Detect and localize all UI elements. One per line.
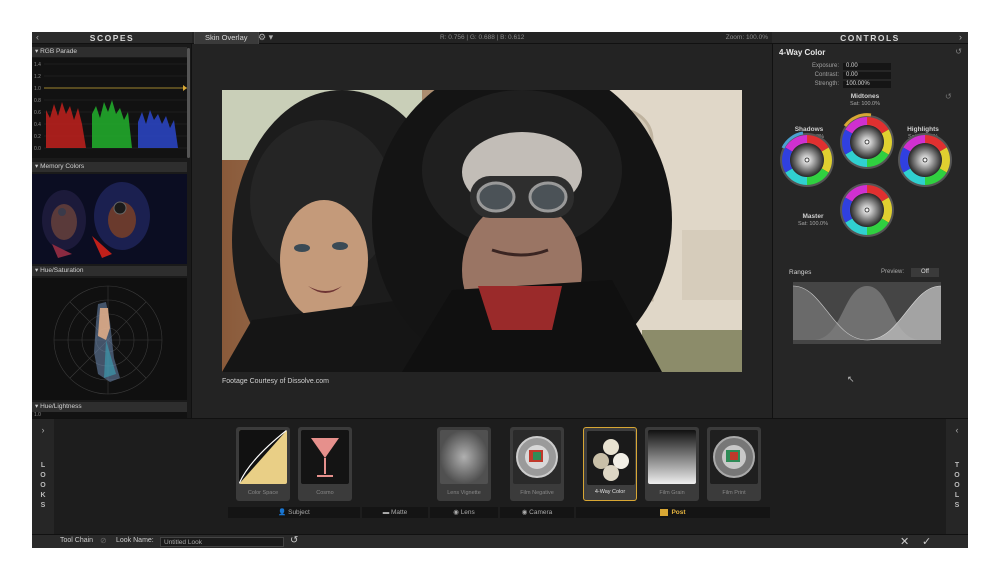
preview-label: Preview: xyxy=(881,269,905,275)
chevron-left-icon[interactable]: ‹ xyxy=(946,425,968,435)
parade-tick: 1.2 xyxy=(34,74,41,80)
tool-thumb-color-space[interactable]: Color Space xyxy=(236,427,290,501)
parade-tick: 0.2 xyxy=(34,134,41,140)
close-icon[interactable]: ✕ xyxy=(900,535,909,548)
tool-chain-button[interactable]: Tool Chain xyxy=(60,537,93,544)
looks-strip: › LOOKS Color Space Cosmo Lens Vignette … xyxy=(32,418,968,535)
reset-wheels-icon[interactable]: ↺ xyxy=(945,92,952,101)
parade-tick: 1.4 xyxy=(34,62,41,68)
midtones-wheel[interactable] xyxy=(838,113,895,170)
master-wheel[interactable] xyxy=(838,181,895,238)
controls-panel: 4-Way Color ↺ Exposure: 0.00 Contrast: 0… xyxy=(772,44,968,418)
rgb-parade-label[interactable]: ▾ RGB Parade xyxy=(32,47,187,57)
four-way-color-thumb-image xyxy=(587,431,635,485)
tool-title: 4-Way Color xyxy=(779,48,826,57)
parade-tick: 1.0 xyxy=(34,86,41,92)
strength-field[interactable]: 100.00% xyxy=(843,81,891,88)
confirm-check-icon[interactable]: ✓ xyxy=(922,535,931,548)
hue-saturation-label[interactable]: ▾ Hue/Saturation xyxy=(32,266,187,276)
looks-tab-label: LOOKS xyxy=(40,462,46,509)
footage-image[interactable] xyxy=(222,90,742,372)
category-subject[interactable]: 👤 Subject xyxy=(228,507,360,518)
hue-lightness-label[interactable]: ▾ Hue/Lightness xyxy=(32,402,187,412)
film-print-thumb-image xyxy=(710,430,758,484)
gear-icon[interactable]: ⚙ ▾ xyxy=(258,32,273,43)
shadows-wheel[interactable] xyxy=(778,131,835,188)
category-lens[interactable]: ◉ Lens xyxy=(430,507,498,518)
look-name-input[interactable] xyxy=(160,537,284,547)
memory-colors-scope xyxy=(32,174,187,264)
ranges-label: Ranges xyxy=(789,269,812,276)
strength-label: Strength: xyxy=(814,81,839,87)
tools-tab-label: TOOLS xyxy=(954,462,960,509)
film-grain-thumb-image xyxy=(648,430,696,484)
zoom-readout: Zoom: 100.0% xyxy=(725,34,768,41)
tool-thumb-film-grain[interactable]: Film Grain xyxy=(645,427,699,501)
tool-thumb-film-print[interactable]: Film Print xyxy=(707,427,761,501)
parade-tick: 0.6 xyxy=(34,110,41,116)
tool-thumb-4-way-color[interactable]: 4-Way Color xyxy=(583,427,637,501)
parade-tick: 0.8 xyxy=(34,98,41,104)
contrast-field[interactable]: 0.00 xyxy=(843,72,891,79)
tool-thumb-lens-vignette[interactable]: Lens Vignette xyxy=(437,427,491,501)
viewer-toolbar: Skin Overlay ⚙ ▾ R: 0.756 | G: 0.688 | B… xyxy=(192,32,772,44)
memory-colors-label[interactable]: ▾ Memory Colors xyxy=(32,162,187,172)
color-wheels[interactable] xyxy=(773,104,968,264)
undo-icon[interactable]: ↺ xyxy=(290,535,298,546)
preview-toggle[interactable]: Off xyxy=(911,268,939,277)
tools-side-tab[interactable]: ‹ TOOLS xyxy=(946,419,968,535)
tool-thumb-cosmo[interactable]: Cosmo xyxy=(298,427,352,501)
looks-side-tab[interactable]: › LOOKS xyxy=(32,419,54,535)
mouse-cursor-icon: ↖ xyxy=(847,374,855,384)
category-camera[interactable]: ◉ Camera xyxy=(500,507,574,518)
exposure-field[interactable]: 0.00 xyxy=(843,63,891,70)
scopes-panel: ▾ RGB Parade 1.4 1.2 1.0 0.8 0.6 0.4 0.2… xyxy=(32,44,192,418)
rgb-parade-scope: 1.4 1.2 1.0 0.8 0.6 0.4 0.2 0.0 xyxy=(32,58,187,158)
reset-tool-icon[interactable]: ↺ xyxy=(955,47,962,56)
parade-tick: 0.4 xyxy=(34,122,41,128)
category-matte[interactable]: ▬ Matte xyxy=(362,507,428,518)
parade-tick: 0.0 xyxy=(34,146,41,152)
look-name-label: Look Name: xyxy=(116,537,154,544)
status-bar: Tool Chain ⊘ Look Name: ↺ ✕ ✓ xyxy=(32,534,968,548)
category-post[interactable]: Post xyxy=(576,507,770,518)
midtones-title: Midtones xyxy=(850,93,880,100)
exposure-label: Exposure: xyxy=(811,63,839,69)
tool-thumb-film-negative[interactable]: Film Negative xyxy=(510,427,564,501)
lens-vignette-thumb-image xyxy=(440,430,488,484)
rgb-readout: R: 0.756 | G: 0.688 | B: 0.612 xyxy=(440,34,525,41)
cosmo-thumb-image xyxy=(301,430,349,484)
hue-saturation-scope xyxy=(32,278,187,400)
contrast-label: Contrast: xyxy=(814,72,839,78)
scopes-header: ‹ SCOPES xyxy=(32,32,192,44)
scopes-title: SCOPES xyxy=(89,33,135,43)
app-window: ‹ SCOPES Skin Overlay ⚙ ▾ R: 0.756 | G: … xyxy=(32,32,968,548)
controls-title: CONTROLS xyxy=(840,33,900,43)
controls-header: CONTROLS › xyxy=(772,32,968,44)
scopes-scrollbar[interactable] xyxy=(187,48,190,158)
film-negative-thumb-image xyxy=(513,430,561,484)
skin-overlay-tab[interactable]: Skin Overlay xyxy=(194,32,259,44)
tool-chain-toggle-icon[interactable]: ⊘ xyxy=(100,536,107,545)
footage-caption: Footage Courtesy of Dissolve.com xyxy=(222,378,329,385)
highlights-wheel[interactable] xyxy=(896,131,953,188)
chevron-right-icon[interactable]: › xyxy=(32,425,54,435)
collapse-controls-icon[interactable]: › xyxy=(959,32,962,42)
image-viewer: Footage Courtesy of Dissolve.com xyxy=(192,44,772,418)
color-space-thumb-image xyxy=(239,430,287,484)
ranges-curves[interactable] xyxy=(793,282,941,344)
